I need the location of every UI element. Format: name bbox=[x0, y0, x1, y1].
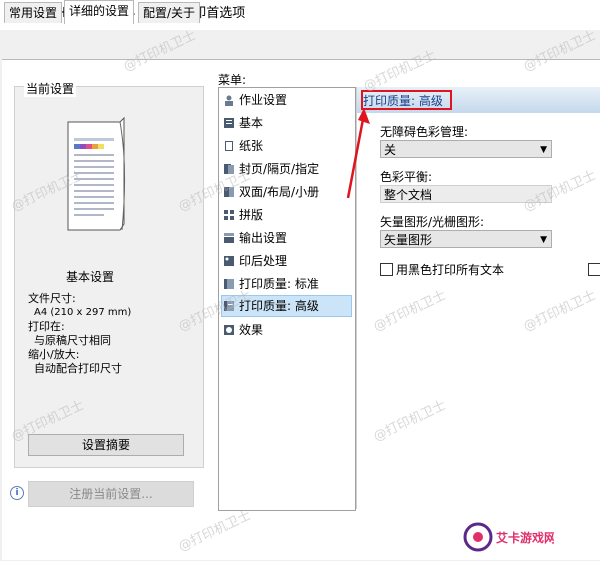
preview-caption: 基本设置 bbox=[66, 270, 115, 284]
logo-text: 艾卡游戏网 bbox=[496, 530, 554, 545]
accessible-color-label: 无障碍色彩管理: bbox=[380, 125, 469, 139]
vector-raster-label: 矢量图形/光栅图形: bbox=[380, 215, 485, 229]
menu-item-label: 作业设置 bbox=[239, 93, 288, 107]
menu-item-label: 输出设置 bbox=[239, 231, 288, 245]
vector-raster-select[interactable]: 矢量图形 ▼ bbox=[380, 230, 552, 248]
quality-icon bbox=[224, 279, 234, 289]
zoom-value: 自动配合打印尺寸 bbox=[34, 362, 122, 375]
menu-item-job-settings[interactable]: 作业设置 bbox=[223, 90, 287, 110]
menu-item-label: 效果 bbox=[239, 323, 264, 337]
doc-size-value: A4 (210 x 297 mm) bbox=[34, 307, 132, 318]
menu-item-paper[interactable]: 纸张 bbox=[223, 136, 263, 156]
color-balance-value: 整个文档 bbox=[384, 188, 433, 202]
extra-checkbox[interactable] bbox=[588, 263, 600, 276]
black-text-label: 用黑色打印所有文本 bbox=[396, 263, 505, 277]
paper-icon bbox=[225, 141, 233, 151]
current-settings-title: 当前设置 bbox=[24, 80, 77, 97]
imposition-icon bbox=[224, 210, 234, 220]
basic-icon bbox=[224, 118, 234, 128]
menu-item-output[interactable]: 输出设置 bbox=[223, 228, 287, 248]
menu-item-finishing[interactable]: 印后处理 bbox=[223, 251, 287, 271]
menu-item-effect[interactable]: 效果 bbox=[223, 320, 263, 340]
doc-size-label: 文件尺寸: bbox=[28, 292, 76, 305]
accessible-color-select[interactable]: 关 ▼ bbox=[380, 140, 552, 158]
settings-summary-button[interactable]: 设置摘要 bbox=[28, 434, 184, 456]
effect-icon bbox=[224, 325, 234, 335]
current-specs: 文件尺寸: A4 (210 x 297 mm) 打印在: 与原稿尺寸相同 缩小/… bbox=[28, 292, 131, 376]
annotation-arrow bbox=[346, 108, 370, 199]
user-icon bbox=[225, 95, 233, 106]
register-current-settings-button: 注册当前设置... bbox=[28, 481, 194, 507]
menu-item-label: 双面/布局/小册 bbox=[239, 185, 320, 199]
menu-item-label: 纸张 bbox=[239, 139, 264, 153]
color-balance-label: 色彩平衡: bbox=[380, 170, 433, 184]
tab-detailed-settings[interactable]: 详细的设置 bbox=[64, 0, 135, 24]
black-text-checkbox[interactable] bbox=[380, 263, 393, 276]
menu-item-basic[interactable]: 基本 bbox=[223, 113, 263, 133]
info-icon: i bbox=[10, 486, 24, 500]
menu-item-label: 基本 bbox=[239, 116, 264, 130]
output-icon bbox=[224, 233, 234, 243]
print-on-value: 与原稿尺寸相同 bbox=[34, 334, 111, 347]
menu-item-imposition[interactable]: 拼版 bbox=[223, 205, 263, 225]
menu-item-label: 印后处理 bbox=[239, 254, 288, 268]
tab-config-about[interactable]: 配置/关于 bbox=[138, 2, 201, 23]
zoom-label: 缩小/放大: bbox=[28, 348, 80, 361]
vector-raster-value: 矢量图形 bbox=[384, 233, 433, 247]
tab-common-settings[interactable]: 常用设置 bbox=[4, 2, 63, 23]
chevron-down-icon: ▼ bbox=[540, 145, 547, 155]
site-logo: 艾卡游戏网 bbox=[463, 522, 554, 552]
menu-label: 菜单: bbox=[218, 73, 247, 87]
menu-item-label: 拼版 bbox=[239, 208, 264, 222]
finishing-icon bbox=[224, 256, 234, 266]
menu-item-label: 打印质量: 标准 bbox=[239, 277, 319, 291]
print-on-label: 打印在: bbox=[28, 320, 65, 333]
chevron-down-icon: ▼ bbox=[540, 235, 547, 245]
accessible-color-value: 关 bbox=[384, 143, 397, 157]
